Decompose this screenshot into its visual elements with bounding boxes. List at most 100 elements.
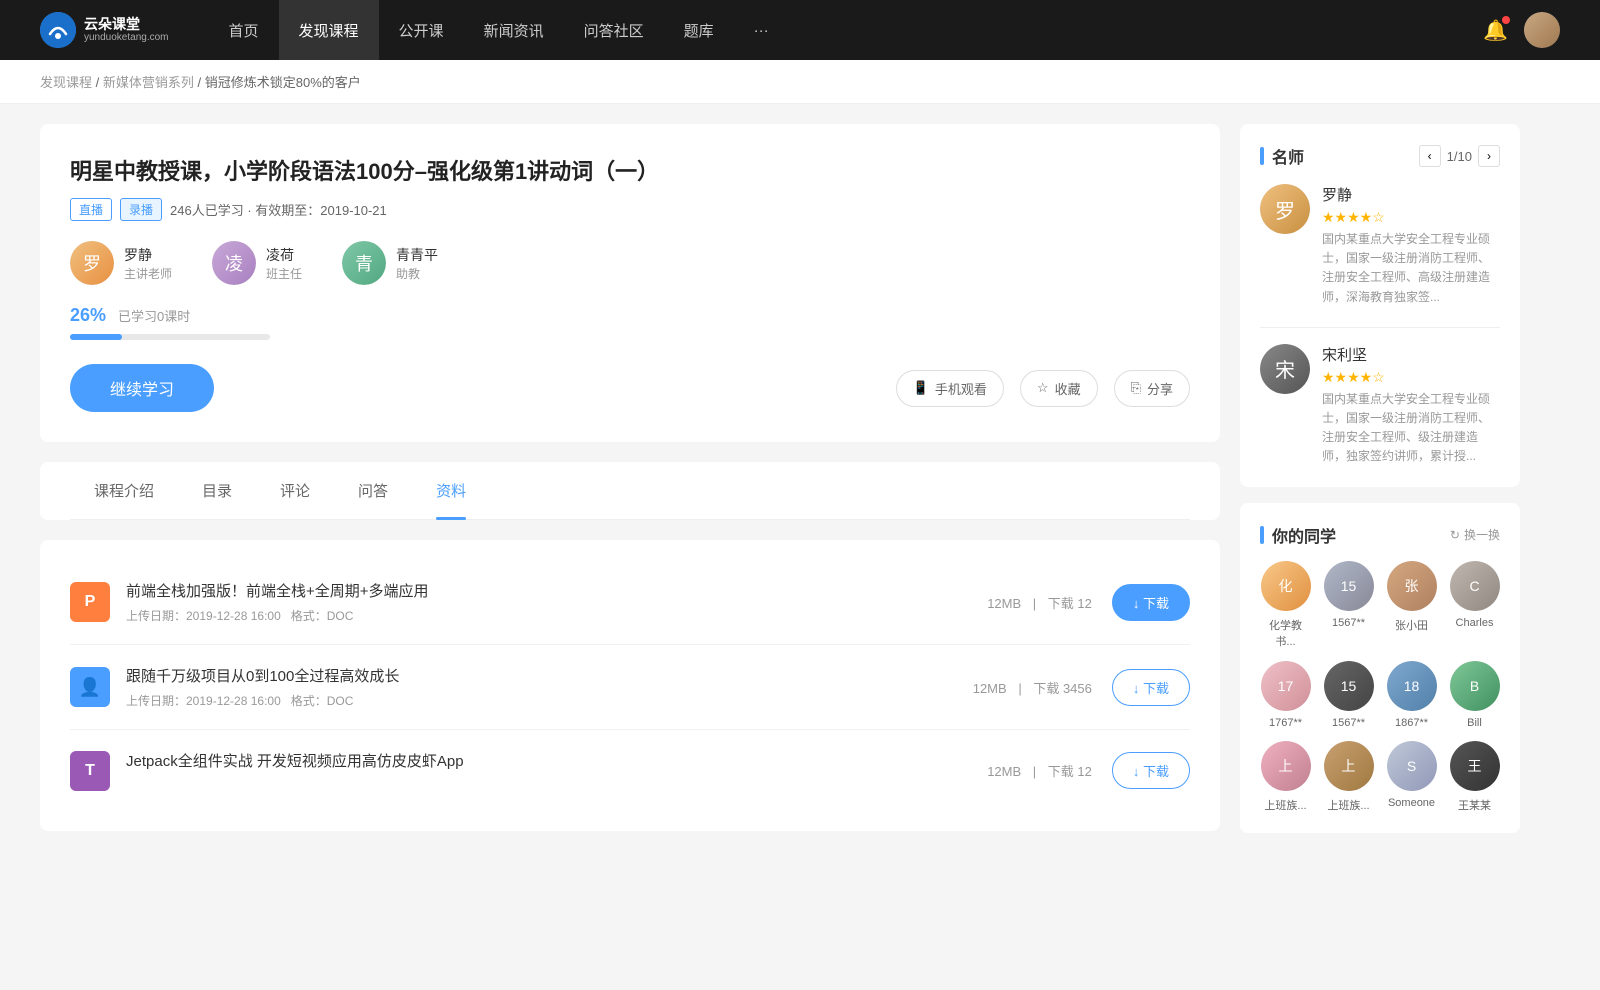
classmate-1-name: 化学教书...	[1260, 617, 1311, 649]
tabs-card: 课程介绍 目录 评论 问答 资料	[40, 462, 1220, 520]
logo-icon	[40, 12, 76, 48]
navbar: 云朵课堂 yunduoketang.com 首页 发现课程 公开课 新闻资讯 问…	[0, 0, 1600, 60]
tab-qa[interactable]: 问答	[334, 462, 412, 519]
classmate-12-avatar: 王	[1450, 741, 1500, 791]
bell-icon[interactable]: 🔔	[1483, 18, 1508, 43]
main-container: 明星中教授课，小学阶段语法100分–强化级第1讲动词（一） 直播 录播 246人…	[0, 104, 1560, 869]
resource-item-3: T Jetpack全组件实战 开发短视频应用高仿皮皮虾App 12MB | 下载…	[70, 730, 1190, 811]
breadcrumb: 发现课程 / 新媒体营销系列 / 销冠修炼术锁定80%的客户	[0, 60, 1600, 104]
nav-quiz[interactable]: 题库	[664, 0, 734, 60]
instructor-2-info: 凌荷 班主任	[266, 245, 302, 282]
nav-more[interactable]: ···	[734, 0, 789, 60]
nav-home[interactable]: 首页	[209, 0, 279, 60]
progress-info: 26% 已学习0课时	[70, 305, 1190, 326]
refresh-label: 换一换	[1464, 526, 1500, 543]
tab-intro[interactable]: 课程介绍	[70, 462, 178, 519]
resource-stats-1: 12MB | 下载 12	[983, 593, 1096, 612]
teacher-2-stars: ★★★★☆	[1322, 369, 1500, 386]
classmate-10-avatar: 上	[1324, 741, 1374, 791]
breadcrumb-series[interactable]: 新媒体营销系列	[103, 75, 194, 90]
resource-icon-3: T	[70, 751, 110, 791]
user-avatar[interactable]	[1524, 12, 1560, 48]
refresh-btn[interactable]: ↻ 换一换	[1450, 526, 1500, 543]
next-page-btn[interactable]: ›	[1478, 145, 1500, 167]
instructors: 罗 罗静 主讲老师 凌 凌荷 班主任	[70, 241, 1190, 285]
classmate-7: 18 1867**	[1386, 661, 1437, 729]
nav-news[interactable]: 新闻资讯	[464, 0, 564, 60]
tab-catalog[interactable]: 目录	[178, 462, 256, 519]
classmate-11: S Someone	[1386, 741, 1437, 813]
resource-stats-2: 12MB | 下载 3456	[969, 678, 1096, 697]
classmate-4: C Charles	[1449, 561, 1500, 649]
teacher-item-1: 罗 罗静 ★★★★☆ 国内某重点大学安全工程专业硕士，国家一级注册消防工程师、注…	[1260, 184, 1500, 307]
teacher-1-stars: ★★★★☆	[1322, 209, 1500, 226]
course-title: 明星中教授课，小学阶段语法100分–强化级第1讲动词（一）	[70, 154, 1190, 186]
resource-item-1: P 前端全栈加强版！前端全栈+全周期+多端应用 上传日期：2019-12-28 …	[70, 560, 1190, 645]
content-left: 明星中教授课，小学阶段语法100分–强化级第1讲动词（一） 直播 录播 246人…	[40, 124, 1220, 849]
notification-dot	[1502, 16, 1510, 24]
classmate-9-avatar: 上	[1261, 741, 1311, 791]
teacher-1-name: 罗静	[1322, 184, 1500, 205]
download-btn-1[interactable]: ↓ 下载	[1112, 584, 1190, 621]
classmate-3-name: 张小田	[1395, 617, 1428, 633]
resource-list: P 前端全栈加强版！前端全栈+全周期+多端应用 上传日期：2019-12-28 …	[40, 540, 1220, 831]
tabs: 课程介绍 目录 评论 问答 资料	[70, 462, 1190, 520]
classmate-11-name: Someone	[1388, 797, 1435, 809]
progress-percentage: 26%	[70, 305, 106, 326]
classmate-5-name: 1767**	[1269, 717, 1302, 729]
page-info: 1/10	[1447, 149, 1472, 164]
download-btn-2[interactable]: ↓ 下载	[1112, 669, 1190, 706]
mobile-view-btn[interactable]: 📱 手机观看	[896, 370, 1004, 407]
instructor-1: 罗 罗静 主讲老师	[70, 241, 172, 285]
mobile-view-label: 手机观看	[935, 379, 987, 398]
classmate-5: 17 1767**	[1260, 661, 1311, 729]
teachers-title-group: 名师	[1260, 144, 1304, 168]
resource-meta-3	[126, 777, 967, 791]
tab-resources[interactable]: 资料	[412, 462, 490, 519]
nav-open[interactable]: 公开课	[379, 0, 464, 60]
continue-button[interactable]: 继续学习	[70, 364, 214, 412]
separator-1	[1260, 327, 1500, 328]
classmate-12: 王 王某某	[1449, 741, 1500, 813]
instructor-3-avatar: 青	[342, 241, 386, 285]
nav-qa[interactable]: 问答社区	[564, 0, 664, 60]
download-btn-3[interactable]: ↓ 下载	[1112, 752, 1190, 789]
course-badges: 直播 录播 246人已学习 · 有效期至：2019-10-21	[70, 198, 1190, 221]
resource-info-2: 跟随千万级项目从0到100全过程高效成长 上传日期：2019-12-28 16:…	[126, 665, 953, 709]
classmate-1: 化 化学教书...	[1260, 561, 1311, 649]
teachers-title: 名师	[1272, 144, 1304, 168]
collect-btn[interactable]: ☆ 收藏	[1020, 370, 1098, 407]
resource-info-1: 前端全栈加强版！前端全栈+全周期+多端应用 上传日期：2019-12-28 16…	[126, 580, 967, 624]
resource-item-2: 👤 跟随千万级项目从0到100全过程高效成长 上传日期：2019-12-28 1…	[70, 645, 1190, 730]
breadcrumb-discover[interactable]: 发现课程	[40, 75, 92, 90]
instructor-1-avatar: 罗	[70, 241, 114, 285]
teachers-header: 名师 ‹ 1/10 ›	[1260, 144, 1500, 168]
classmate-7-avatar: 18	[1387, 661, 1437, 711]
classmate-3: 张 张小田	[1386, 561, 1437, 649]
teacher-1-info: 罗静 ★★★★☆ 国内某重点大学安全工程专业硕士，国家一级注册消防工程师、注册安…	[1322, 184, 1500, 307]
tab-review[interactable]: 评论	[256, 462, 334, 519]
classmates-title-group: 你的同学	[1260, 523, 1336, 547]
teacher-2-avatar: 宋	[1260, 344, 1310, 394]
classmates-header: 你的同学 ↻ 换一换	[1260, 523, 1500, 547]
classmate-2: 15 1567**	[1323, 561, 1374, 649]
share-icon: ⎘	[1131, 380, 1141, 396]
star-icon: ☆	[1037, 380, 1049, 396]
classmate-8-name: Bill	[1467, 717, 1482, 729]
prev-page-btn[interactable]: ‹	[1419, 145, 1441, 167]
teacher-1-avatar: 罗	[1260, 184, 1310, 234]
teachers-panel: 名师 ‹ 1/10 › 罗 罗静 ★★★★☆ 国内某重点大学	[1240, 124, 1520, 487]
classmate-6: 15 1567**	[1323, 661, 1374, 729]
title-accent	[1260, 147, 1264, 165]
badge-record: 录播	[120, 198, 162, 221]
refresh-icon: ↻	[1450, 528, 1460, 542]
classmates-accent	[1260, 526, 1264, 544]
instructor-3-name: 青青平	[396, 245, 438, 265]
classmate-8-avatar: B	[1450, 661, 1500, 711]
classmate-1-avatar: 化	[1261, 561, 1311, 611]
logo[interactable]: 云朵课堂 yunduoketang.com	[40, 12, 169, 48]
nav-discover[interactable]: 发现课程	[279, 0, 379, 60]
progress-bar-bg	[70, 334, 270, 340]
share-btn[interactable]: ⎘ 分享	[1114, 370, 1190, 407]
instructor-1-info: 罗静 主讲老师	[124, 245, 172, 282]
